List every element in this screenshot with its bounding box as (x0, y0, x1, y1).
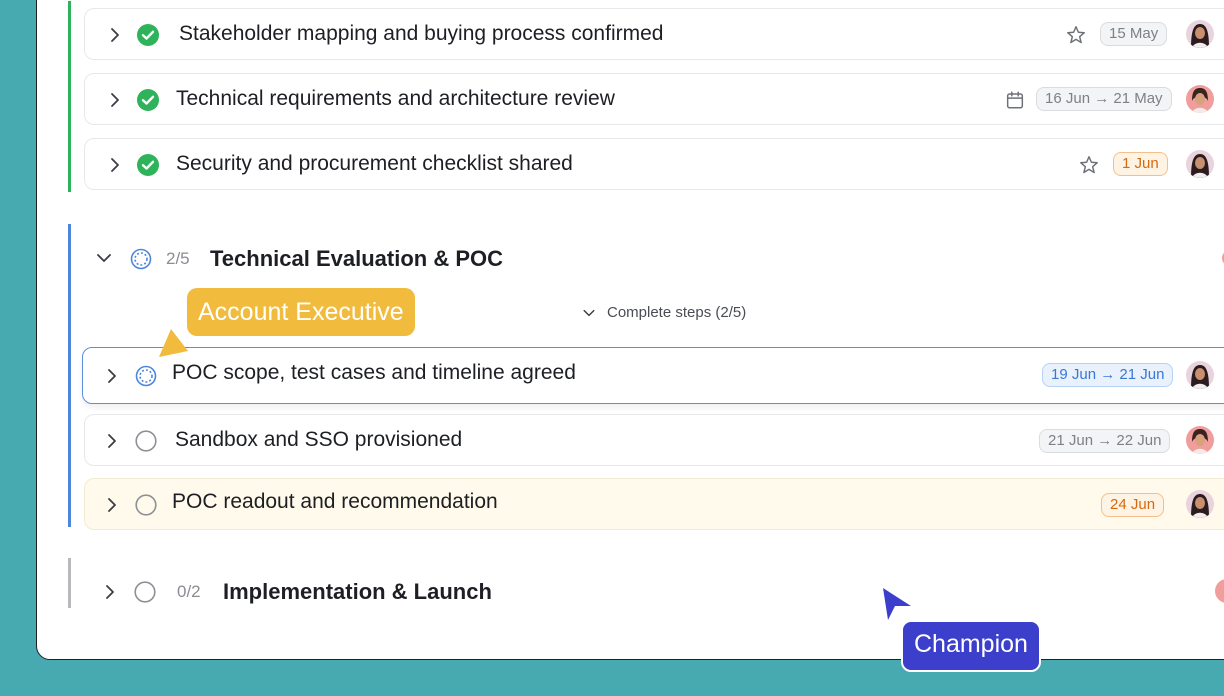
assignee-avatar[interactable] (1186, 361, 1214, 389)
stage-progress-count: 2/5 (166, 249, 190, 268)
date-range-badge[interactable]: 21 Jun → 22 Jun (1039, 429, 1171, 453)
chevron-right-icon[interactable] (102, 366, 122, 386)
todo-circle-icon[interactable] (134, 581, 156, 603)
date-range-badge[interactable]: 16 Jun → 21 May (1036, 87, 1172, 111)
task-title: Security and procurement checklist share… (176, 152, 573, 175)
task-row[interactable]: Sandbox and SSO provisioned 21 Jun → 22 … (84, 414, 1224, 466)
task-title: POC readout and recommendation (172, 490, 498, 513)
due-date-badge[interactable]: 24 Jun (1101, 493, 1165, 517)
date-range-badge[interactable]: 19 Jun → 21 Jun (1042, 363, 1174, 387)
chevron-right-icon[interactable] (102, 431, 122, 451)
todo-circle-icon[interactable] (135, 430, 157, 452)
chevron-right-icon[interactable] (105, 155, 125, 175)
check-circle-icon[interactable] (137, 89, 159, 111)
stage-completed-bar (68, 1, 71, 192)
assignee-avatar[interactable] (1186, 20, 1214, 48)
chevron-right-icon[interactable] (105, 90, 125, 110)
task-row[interactable]: Technical requirements and architecture … (84, 73, 1224, 125)
assignee-avatar[interactable] (1186, 150, 1214, 178)
due-date-badge[interactable]: 15 May (1100, 22, 1168, 46)
check-circle-icon[interactable] (137, 154, 159, 176)
in-progress-circle-icon[interactable] (135, 365, 157, 387)
task-row-selected[interactable]: POC scope, test cases and timeline agree… (82, 347, 1224, 404)
calendar-icon[interactable] (1004, 89, 1026, 111)
stage-poc-bar (68, 224, 71, 527)
star-icon[interactable] (1078, 154, 1100, 176)
due-date-badge[interactable]: 1 Jun (1113, 152, 1168, 176)
stage-title: Implementation & Launch (223, 579, 492, 604)
stage-impl-bar (68, 558, 71, 608)
task-row[interactable]: Stakeholder mapping and buying process c… (84, 8, 1224, 60)
chevron-right-icon[interactable] (102, 495, 122, 515)
stage-owner-avatar[interactable] (1215, 579, 1224, 603)
in-progress-circle-icon[interactable] (130, 248, 152, 270)
chevron-right-icon[interactable] (105, 25, 125, 45)
assignee-avatar[interactable] (1186, 85, 1214, 113)
task-title: Sandbox and SSO provisioned (175, 428, 463, 451)
chevron-right-icon[interactable] (100, 582, 120, 602)
todo-circle-icon[interactable] (135, 494, 157, 516)
account-executive-cursor-icon (159, 329, 188, 357)
stage-title: Technical Evaluation & POC (210, 246, 503, 271)
task-title: Stakeholder mapping and buying process c… (179, 22, 664, 45)
task-row[interactable]: POC readout and recommendation 24 Jun (84, 478, 1224, 530)
champion-cursor-icon (883, 588, 911, 620)
task-title: POC scope, test cases and timeline agree… (172, 361, 576, 384)
assignee-avatar[interactable] (1186, 426, 1214, 454)
star-icon[interactable] (1065, 24, 1087, 46)
complete-steps-label: Complete steps (2/5) (607, 304, 747, 321)
chevron-down-icon[interactable] (94, 248, 114, 268)
account-executive-tag: Account Executive (187, 288, 415, 336)
stage-progress-count: 0/2 (177, 582, 201, 601)
task-title: Technical requirements and architecture … (176, 87, 615, 110)
check-circle-icon[interactable] (137, 24, 159, 46)
task-row[interactable]: Security and procurement checklist share… (84, 138, 1224, 190)
assignee-avatar[interactable] (1186, 490, 1214, 518)
complete-steps-toggle[interactable]: Complete steps (2/5) (581, 304, 746, 321)
chevron-down-icon (583, 309, 595, 316)
champion-tag: Champion (901, 620, 1041, 672)
